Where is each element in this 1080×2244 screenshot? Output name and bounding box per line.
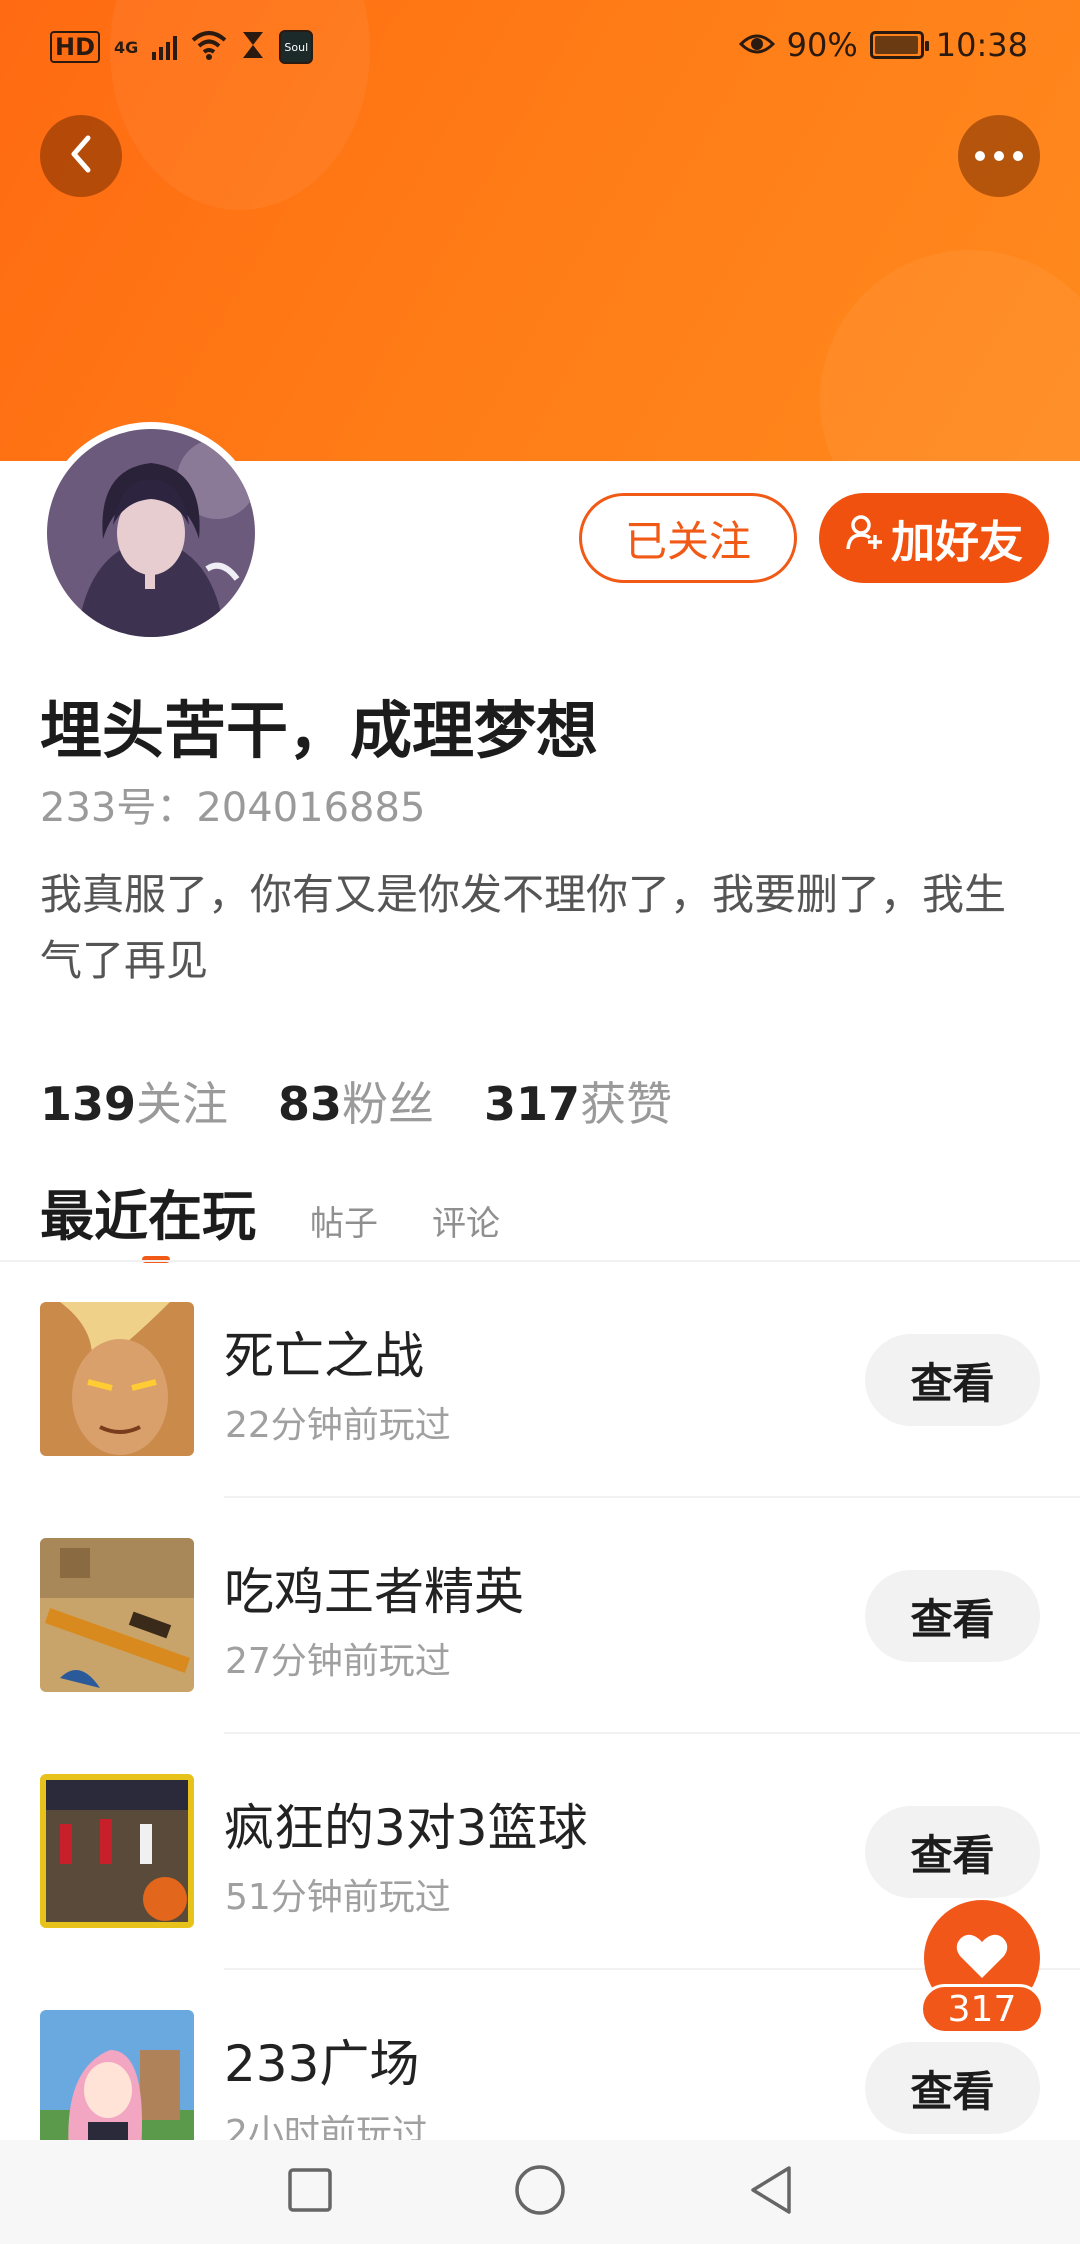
clock: 10:38 — [935, 26, 1028, 64]
like-count-badge: 317 — [920, 1984, 1044, 2034]
game-icon — [40, 1774, 194, 1928]
game-name: 233广场 — [224, 2035, 420, 2093]
add-person-icon — [845, 513, 885, 564]
stat-fans-label: 粉丝 — [342, 1077, 435, 1131]
list-item[interactable]: 死亡之战 22分钟前玩过 查看 — [0, 1262, 1080, 1498]
list-item[interactable]: 233广场 2小时前玩过 查看 — [0, 1970, 1080, 2142]
list-item[interactable]: 吃鸡王者精英 27分钟前玩过 查看 — [0, 1498, 1080, 1734]
recent-apps-button[interactable] — [280, 2162, 340, 2222]
tab-posts[interactable]: 帖子 — [310, 1196, 378, 1245]
square-icon — [287, 2167, 333, 2217]
battery-icon — [869, 31, 929, 59]
bio: 我真服了，你有又是你发不理你了，我要删了，我生气了再见 — [40, 870, 1007, 985]
view-button[interactable]: 查看 — [865, 1570, 1040, 1662]
circle-icon — [514, 2164, 566, 2220]
add-friend-button[interactable]: 加好友 — [819, 493, 1049, 583]
stat-likes-label: 获赞 — [580, 1077, 673, 1131]
tab-recently-played[interactable]: 最近在玩 — [40, 1172, 256, 1263]
add-friend-label: 加好友 — [891, 517, 1023, 568]
status-bar: HD 4G Soul 90% 10:38 — [0, 0, 1080, 98]
more-dots-icon — [974, 147, 1024, 166]
game-last-played: 22分钟前玩过 — [225, 1405, 451, 1446]
avatar[interactable] — [40, 422, 262, 644]
signal-icon — [152, 34, 178, 60]
chevron-left-icon — [66, 134, 96, 178]
stat-likes[interactable]: 317获赞 — [484, 1068, 672, 1134]
profile-tabs: 最近在玩 帖子 评论 — [40, 1172, 500, 1263]
stat-fans[interactable]: 83粉丝 — [278, 1068, 434, 1134]
game-icon — [40, 1302, 194, 1456]
stat-following[interactable]: 139关注 — [40, 1068, 228, 1134]
game-last-played: 51分钟前玩过 — [225, 1877, 451, 1918]
battery-percent: 90% — [786, 26, 858, 64]
game-last-played: 2小时前玩过 — [225, 2113, 428, 2142]
tab-comments[interactable]: 评论 — [432, 1196, 500, 1245]
game-icon — [40, 1538, 194, 1692]
network-type: 4G — [114, 37, 139, 57]
stat-likes-count: 317 — [484, 1077, 581, 1131]
hourglass-icon — [241, 30, 265, 64]
nav-back-button[interactable] — [740, 2162, 800, 2222]
eye-icon — [738, 26, 775, 64]
nickname: 埋头苦干，成理梦想 — [40, 694, 599, 767]
soul-app-icon: Soul — [279, 30, 314, 64]
view-button[interactable]: 查看 — [865, 2042, 1040, 2134]
user-id: 233号：204016885 — [40, 785, 426, 831]
view-button[interactable]: 查看 — [865, 1806, 1040, 1898]
heart-icon — [955, 1932, 1009, 1984]
recent-games-list: 死亡之战 22分钟前玩过 查看 吃鸡王者精英 27分钟前玩过 查看 疯狂的3对3… — [0, 1262, 1080, 2142]
system-nav-bar — [0, 2140, 1080, 2244]
home-button[interactable] — [510, 2162, 570, 2222]
stat-following-count: 139 — [40, 1077, 137, 1131]
hd-indicator: HD — [50, 31, 101, 63]
back-button[interactable] — [40, 115, 122, 197]
game-name: 死亡之战 — [224, 1327, 424, 1385]
more-button[interactable] — [958, 115, 1040, 197]
game-icon — [40, 2010, 194, 2142]
followed-button[interactable]: 已关注 — [579, 493, 797, 583]
game-name: 吃鸡王者精英 — [224, 1563, 524, 1621]
wifi-icon — [191, 30, 227, 64]
game-name: 疯狂的3对3篮球 — [224, 1799, 588, 1857]
triangle-back-icon — [747, 2164, 793, 2220]
view-button[interactable]: 查看 — [865, 1334, 1040, 1426]
stat-fans-count: 83 — [278, 1077, 343, 1131]
stat-following-label: 关注 — [136, 1077, 229, 1131]
stats-row: 139关注 83粉丝 317获赞 — [40, 1068, 672, 1134]
game-last-played: 27分钟前玩过 — [225, 1641, 451, 1682]
list-item[interactable]: 疯狂的3对3篮球 51分钟前玩过 查看 — [0, 1734, 1080, 1970]
